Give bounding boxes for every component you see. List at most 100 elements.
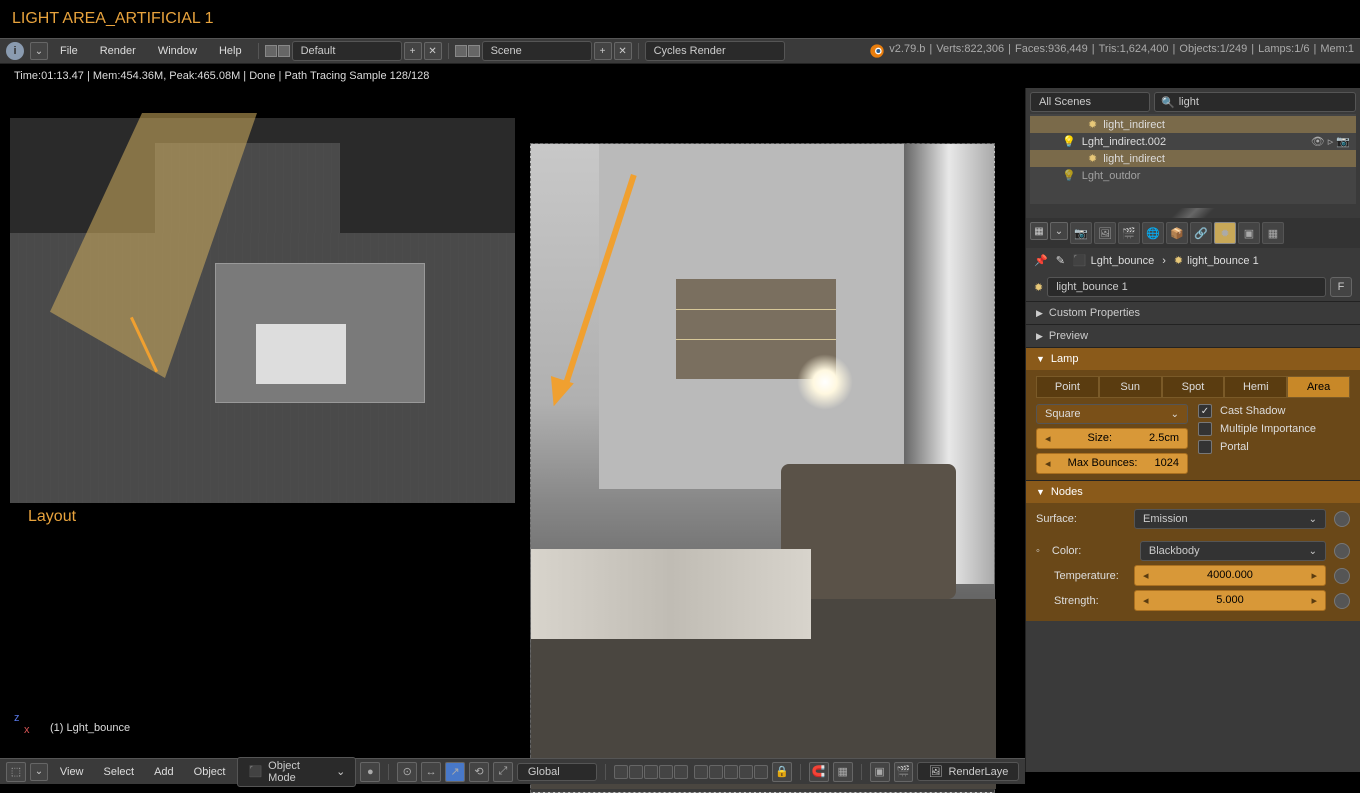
stat-verts: Verts:822,306 [936,43,1004,59]
render-result-image [530,143,995,793]
strength-input[interactable]: 5.000 [1134,590,1326,611]
tab-material[interactable]: ▣ [1238,222,1260,244]
tree-item[interactable]: ✹ light_indirect [1030,116,1356,133]
lamp-type-area[interactable]: Area [1287,376,1350,398]
stat-mem: Mem:1 [1320,43,1354,59]
editor-type-icon[interactable]: ⬚ [6,762,26,782]
scale-manipulator-icon[interactable]: ⤢ [493,762,513,782]
transform-orientation-dropdown[interactable]: Global [517,763,597,781]
lamp-max-bounces-input[interactable]: Max Bounces:1024 [1036,453,1188,474]
lamp-type-sun[interactable]: Sun [1099,376,1162,398]
multiple-importance-checkbox[interactable]: Multiple Importance [1198,422,1350,436]
menu-add[interactable]: Add [146,763,182,781]
color-input-dropdown[interactable]: Blackbody [1140,541,1326,561]
tree-item[interactable]: 💡 Lght_indirect.002 👁 ▹ 📷 [1030,133,1356,150]
portal-checkbox[interactable]: Portal [1198,440,1350,454]
lamp-type-hemi[interactable]: Hemi [1224,376,1287,398]
panel-lamp[interactable]: ▼Lamp [1026,348,1360,370]
scene-dropdown[interactable]: Scene [482,41,592,61]
object-mode-icon: ⬛ [248,765,262,778]
breadcrumb-object[interactable]: ⬛ Lght_bounce [1073,254,1154,267]
tab-render[interactable]: 📷 [1070,222,1092,244]
lamp-size-input[interactable]: Size:2.5cm [1036,428,1188,449]
render-icon[interactable]: 🎬 [894,762,914,782]
snap-target-icon[interactable]: ▦ [833,762,853,782]
delete-scene-button[interactable]: ✕ [614,42,632,60]
menu-object[interactable]: Object [186,763,234,781]
datablock-name-input[interactable]: light_bounce 1 [1047,277,1326,297]
render-layer-icon: 🖼 [928,765,942,778]
menu-window[interactable]: Window [148,42,207,60]
tab-scene[interactable]: 🎬 [1118,222,1140,244]
add-scene-button[interactable]: + [594,42,612,60]
delete-layout-button[interactable]: ✕ [424,42,442,60]
pivot-icon[interactable]: ⊙ [397,762,417,782]
outliner-search-input[interactable]: 🔍 light [1154,92,1356,112]
menu-view[interactable]: View [52,763,92,781]
outliner-scope-dropdown[interactable]: All Scenes [1030,92,1150,112]
add-layout-button[interactable]: + [404,42,422,60]
translate-manipulator-icon[interactable]: ↗ [445,762,465,782]
color-label: Color: [1052,545,1132,557]
render-engine-dropdown[interactable]: Cycles Render [645,41,785,61]
datablock-icon[interactable]: ✹ [1034,281,1043,294]
lamp-type-point[interactable]: Point [1036,376,1099,398]
surface-shader-dropdown[interactable]: Emission [1134,509,1326,529]
cast-shadow-checkbox[interactable]: Cast Shadow [1198,404,1350,418]
menu-help[interactable]: Help [209,42,252,60]
pin-icon[interactable]: 📌 [1034,254,1048,267]
viewport-3d[interactable]: Layout z x (1) Lght_bounce [0,88,1025,772]
tab-constraints[interactable]: 🔗 [1190,222,1212,244]
scene-browse-icon[interactable] [455,45,480,57]
editor-type-icon[interactable]: ▦ [1030,222,1048,240]
object-icon: ⬛ [1073,254,1087,267]
manipulator-icon[interactable]: ↔ [421,762,441,782]
mode-dropdown[interactable]: ⬛ Object Mode ⌄ [237,757,356,787]
lamp-icon: 💡 [1062,169,1076,182]
strength-label: Strength: [1036,595,1126,607]
stat-version: v2.79.b [889,43,925,59]
viewport-shading-icon[interactable]: ● [360,762,380,782]
panel-custom-properties[interactable]: ▶Custom Properties [1026,302,1360,324]
node-socket-button[interactable] [1334,568,1350,584]
panel-preview[interactable]: ▶Preview [1026,325,1360,347]
tab-world[interactable]: 🌐 [1142,222,1164,244]
layout-browse-icon[interactable] [265,45,290,57]
tree-item[interactable]: ✹ light_indirect [1030,150,1356,167]
properties-header: ▦ ⌄ 📷 🖼 🎬 🌐 📦 🔗 ✹ ▣ ▦ [1026,218,1360,248]
render-border-icon[interactable]: ▣ [870,762,890,782]
tree-visibility-icons[interactable]: 👁 ▹ 📷 [1311,135,1350,148]
node-socket-button[interactable] [1334,543,1350,559]
temperature-input[interactable]: 4000.000 [1134,565,1326,586]
layer-buttons[interactable] [614,765,768,779]
stat-tris: Tris:1,624,400 [1099,43,1169,59]
tree-item[interactable]: 💡 Lght_outdor [1030,167,1356,184]
breadcrumb-data[interactable]: ✹ light_bounce 1 [1174,254,1259,267]
fake-user-button[interactable]: F [1330,277,1352,297]
node-socket-button[interactable] [1334,511,1350,527]
rotate-manipulator-icon[interactable]: ⟲ [469,762,489,782]
tab-render-layers[interactable]: 🖼 [1094,222,1116,244]
tab-object[interactable]: 📦 [1166,222,1188,244]
expand-icon[interactable]: ⌄ [1050,222,1068,240]
tab-texture[interactable]: ▦ [1262,222,1284,244]
lock-camera-icon[interactable]: 🔒 [772,762,792,782]
lamp-type-spot[interactable]: Spot [1162,376,1225,398]
node-socket-button[interactable] [1334,593,1350,609]
menu-render[interactable]: Render [90,42,146,60]
expand-icon[interactable]: ⌄ [30,42,48,60]
screen-layout-dropdown[interactable]: Default [292,41,402,61]
menu-file[interactable]: File [50,42,88,60]
panel-nodes[interactable]: ▼Nodes [1026,481,1360,503]
grease-pencil-icon[interactable]: ✎ [1056,254,1065,267]
tab-data[interactable]: ✹ [1214,222,1236,244]
render-layer-dropdown[interactable]: 🖼 RenderLaye [917,762,1019,781]
outliner-tree[interactable]: ✹ light_indirect 💡 Lght_indirect.002 👁 ▹… [1030,114,1356,204]
snap-icon[interactable]: 🧲 [809,762,829,782]
outliner: All Scenes 🔍 light ✹ light_indirect 💡 Lg… [1026,88,1360,208]
menu-select[interactable]: Select [96,763,143,781]
lamp-shape-dropdown[interactable]: Square [1036,404,1188,424]
lamp-data-icon: ✹ [1088,152,1097,165]
expand-icon[interactable]: ⌄ [30,763,48,781]
info-editor-icon[interactable]: i [6,42,24,60]
